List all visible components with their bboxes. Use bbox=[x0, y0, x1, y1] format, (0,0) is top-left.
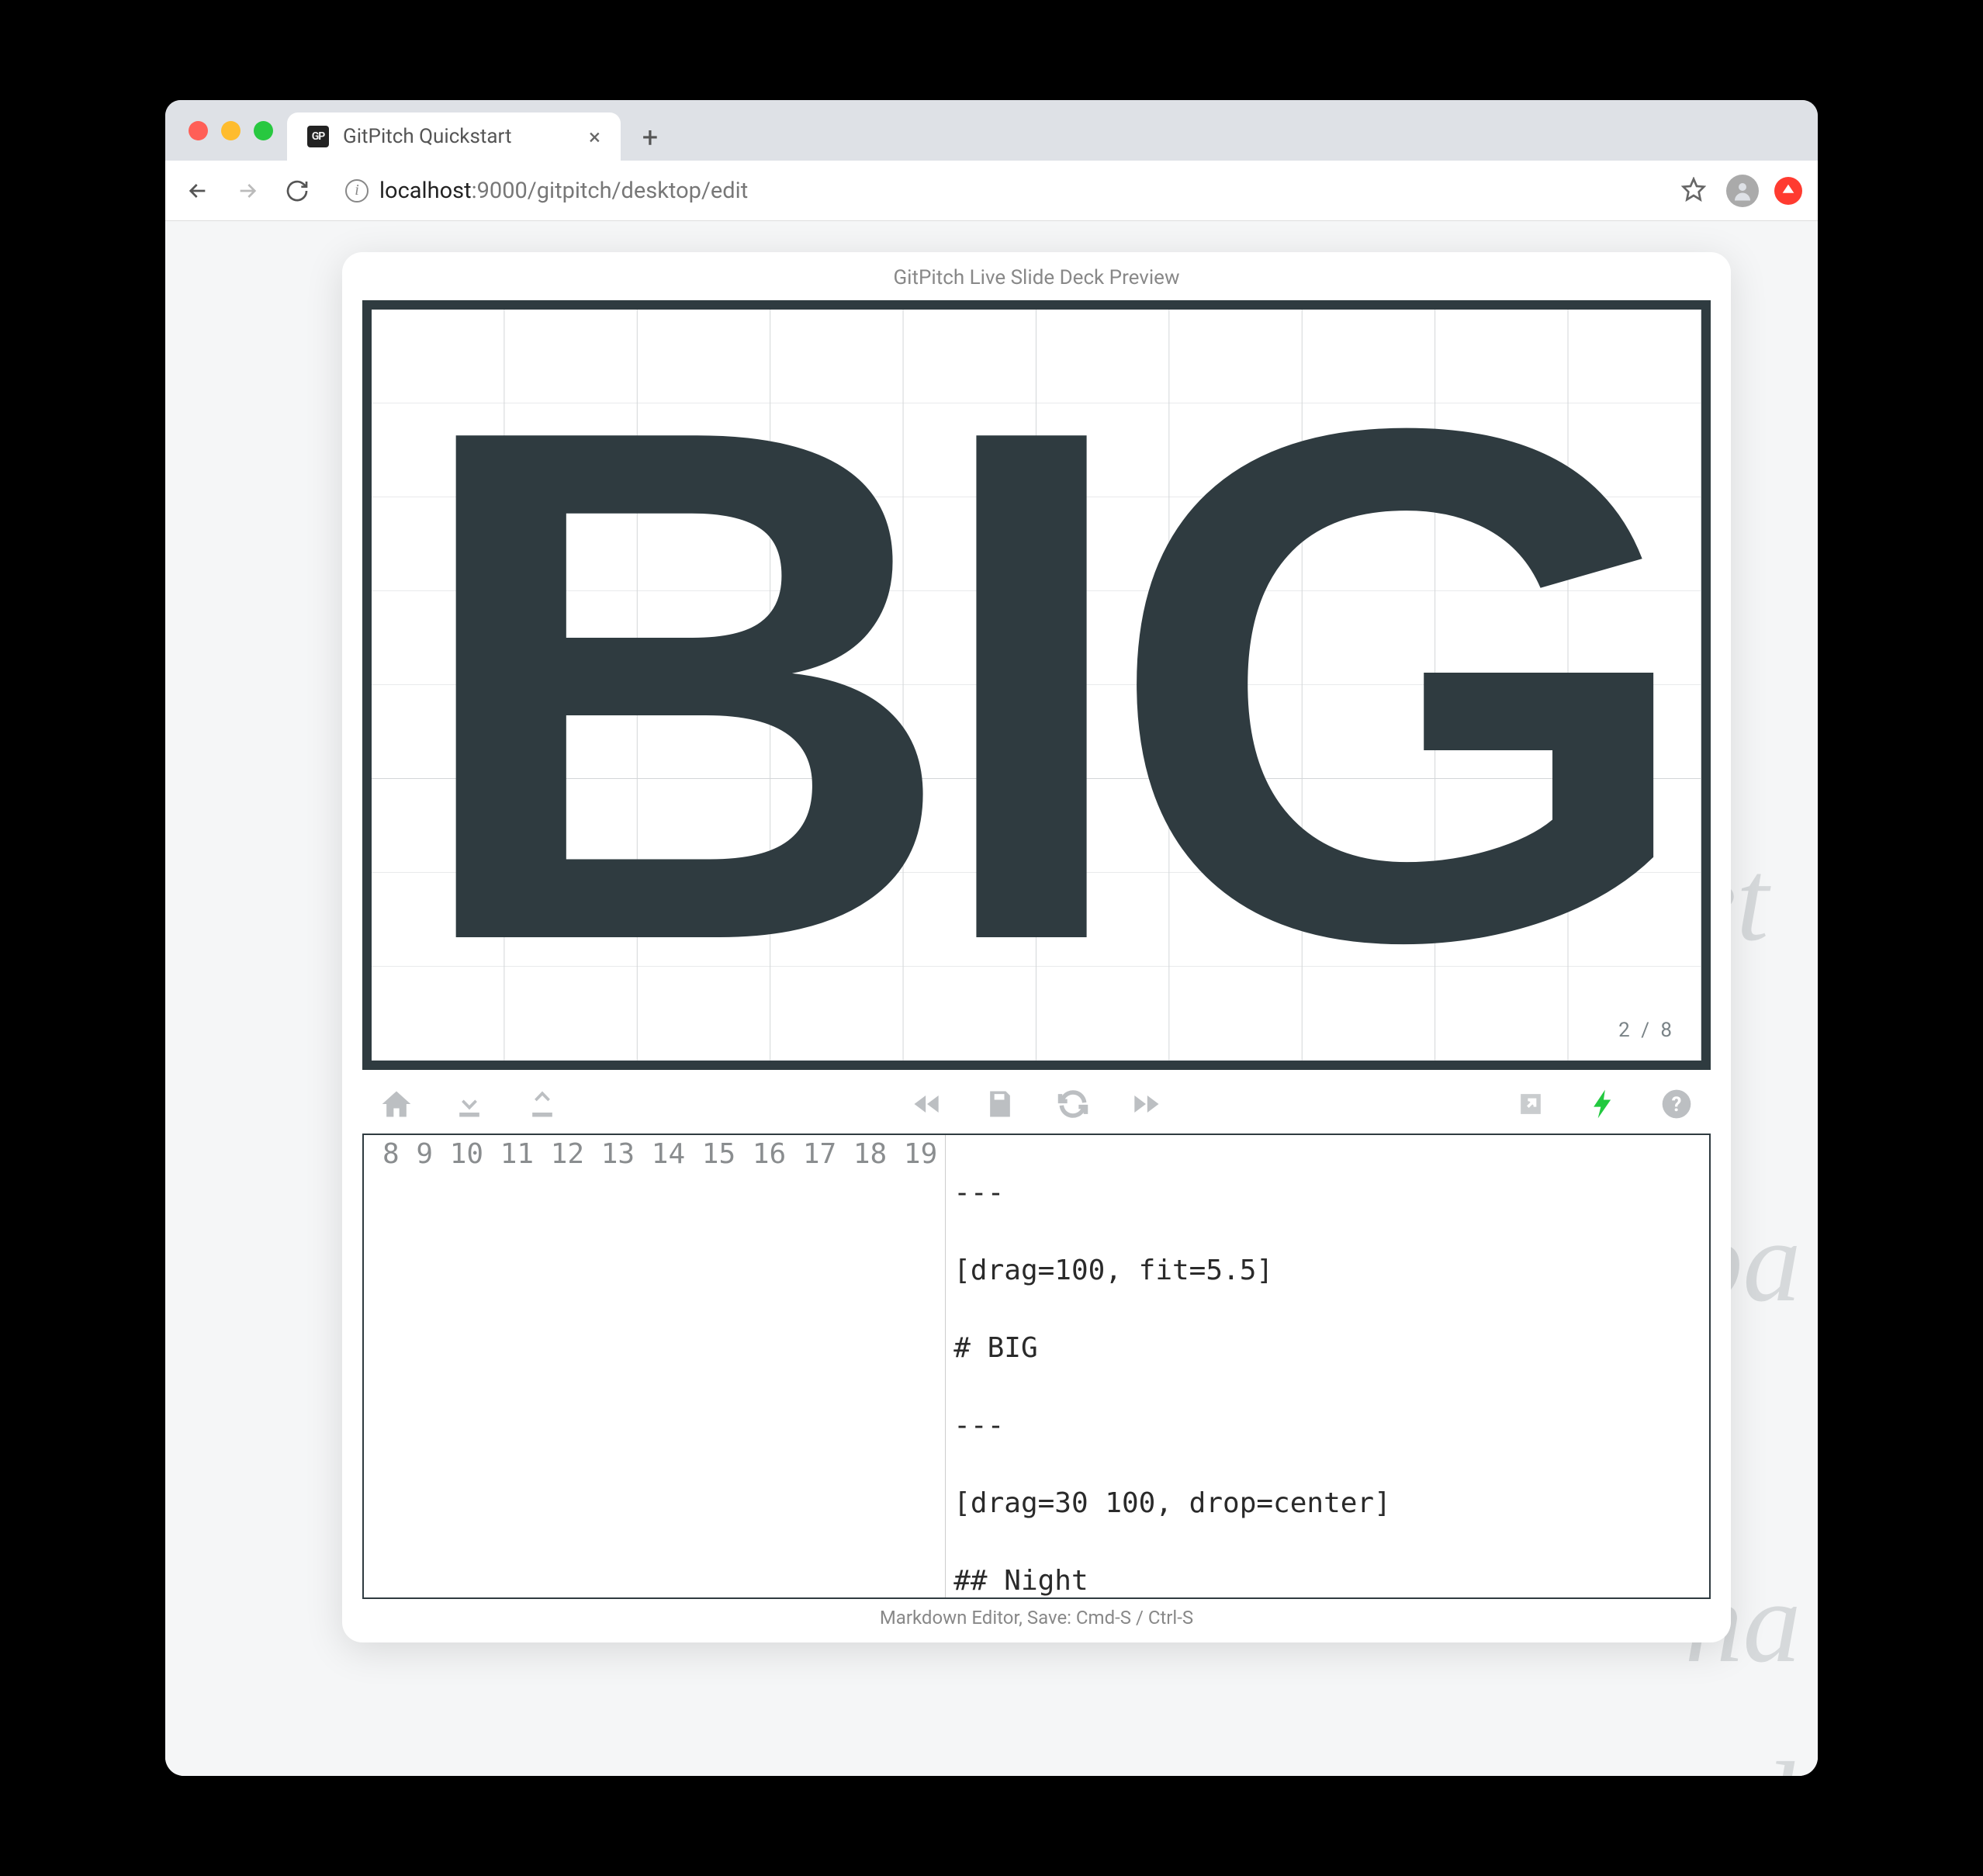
slide-counter: 2 / 8 bbox=[1618, 1019, 1675, 1042]
window-close-button[interactable] bbox=[189, 121, 208, 140]
nav-reload-button[interactable] bbox=[280, 174, 314, 208]
editor-hint: Markdown Editor, Save: Cmd-S / Ctrl-S bbox=[342, 1599, 1731, 1629]
markdown-editor[interactable]: 8 9 10 11 12 13 14 15 16 17 18 19 --- [d… bbox=[362, 1134, 1711, 1599]
tab-title: GitPitch Quickstart bbox=[343, 125, 575, 148]
site-info-icon[interactable]: i bbox=[345, 179, 369, 202]
nav-forward-button[interactable] bbox=[230, 174, 265, 208]
url-host: localhost bbox=[379, 178, 472, 204]
browser-window: GP GitPitch Quickstart × + i localhost:9… bbox=[165, 100, 1818, 1776]
window-zoom-button[interactable] bbox=[254, 121, 273, 140]
url-path: /gitpitch/desktop/edit bbox=[528, 178, 748, 204]
bookmark-star-icon[interactable] bbox=[1681, 177, 1706, 205]
slide-heading: BIG bbox=[338, 310, 1735, 1061]
window-minimize-button[interactable] bbox=[221, 121, 241, 140]
traffic-lights bbox=[181, 121, 287, 161]
editor-code[interactable]: --- [drag=100, fit=5.5] # BIG --- [drag=… bbox=[946, 1135, 1399, 1597]
url-port: :9000 bbox=[472, 178, 528, 204]
profile-avatar-icon[interactable] bbox=[1726, 175, 1759, 207]
favicon-icon: GP bbox=[307, 126, 329, 147]
tab-bar: GP GitPitch Quickstart × + bbox=[165, 100, 1818, 161]
browser-tab[interactable]: GP GitPitch Quickstart × bbox=[287, 112, 621, 161]
new-tab-button[interactable]: + bbox=[632, 119, 669, 156]
url-bar[interactable]: i localhost:9000/gitpitch/desktop/edit bbox=[330, 171, 1666, 210]
nav-back-button[interactable] bbox=[181, 174, 215, 208]
slide-preview[interactable]: BIG 2 / 8 bbox=[362, 300, 1711, 1070]
toolbar-row: i localhost:9000/gitpitch/desktop/edit bbox=[165, 161, 1818, 221]
page-viewport: et pa na ed( GitPitch Live Slide Deck Pr… bbox=[165, 221, 1818, 1776]
editor-gutter: 8 9 10 11 12 13 14 15 16 17 18 19 bbox=[364, 1135, 946, 1597]
svg-text:?: ? bbox=[1672, 1093, 1682, 1116]
extension-icon[interactable] bbox=[1774, 177, 1802, 205]
tab-close-button[interactable]: × bbox=[589, 124, 600, 150]
gitpitch-app-card: GitPitch Live Slide Deck Preview BIG 2 /… bbox=[342, 252, 1731, 1642]
